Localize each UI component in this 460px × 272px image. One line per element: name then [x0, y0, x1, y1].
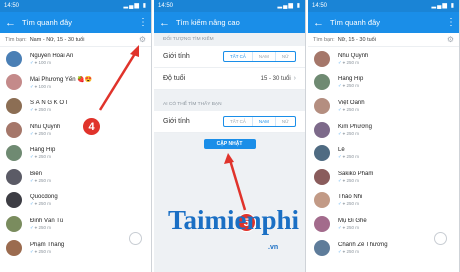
step-badge-4: 4: [82, 117, 101, 136]
watermark-logo: Taimienphi: [168, 205, 300, 235]
arrow-to-update: [228, 159, 247, 211]
watermark-suffix: .vn: [268, 244, 279, 251]
arrow-head-update: [224, 153, 234, 164]
screenshot-composite: 14:50 ▂▄▆ ▮ ← Tìm quanh đây ⋮ Tìm bạn: N…: [0, 0, 460, 272]
arrow-to-gear: [98, 51, 138, 111]
arrow-head-gear: [130, 45, 139, 57]
